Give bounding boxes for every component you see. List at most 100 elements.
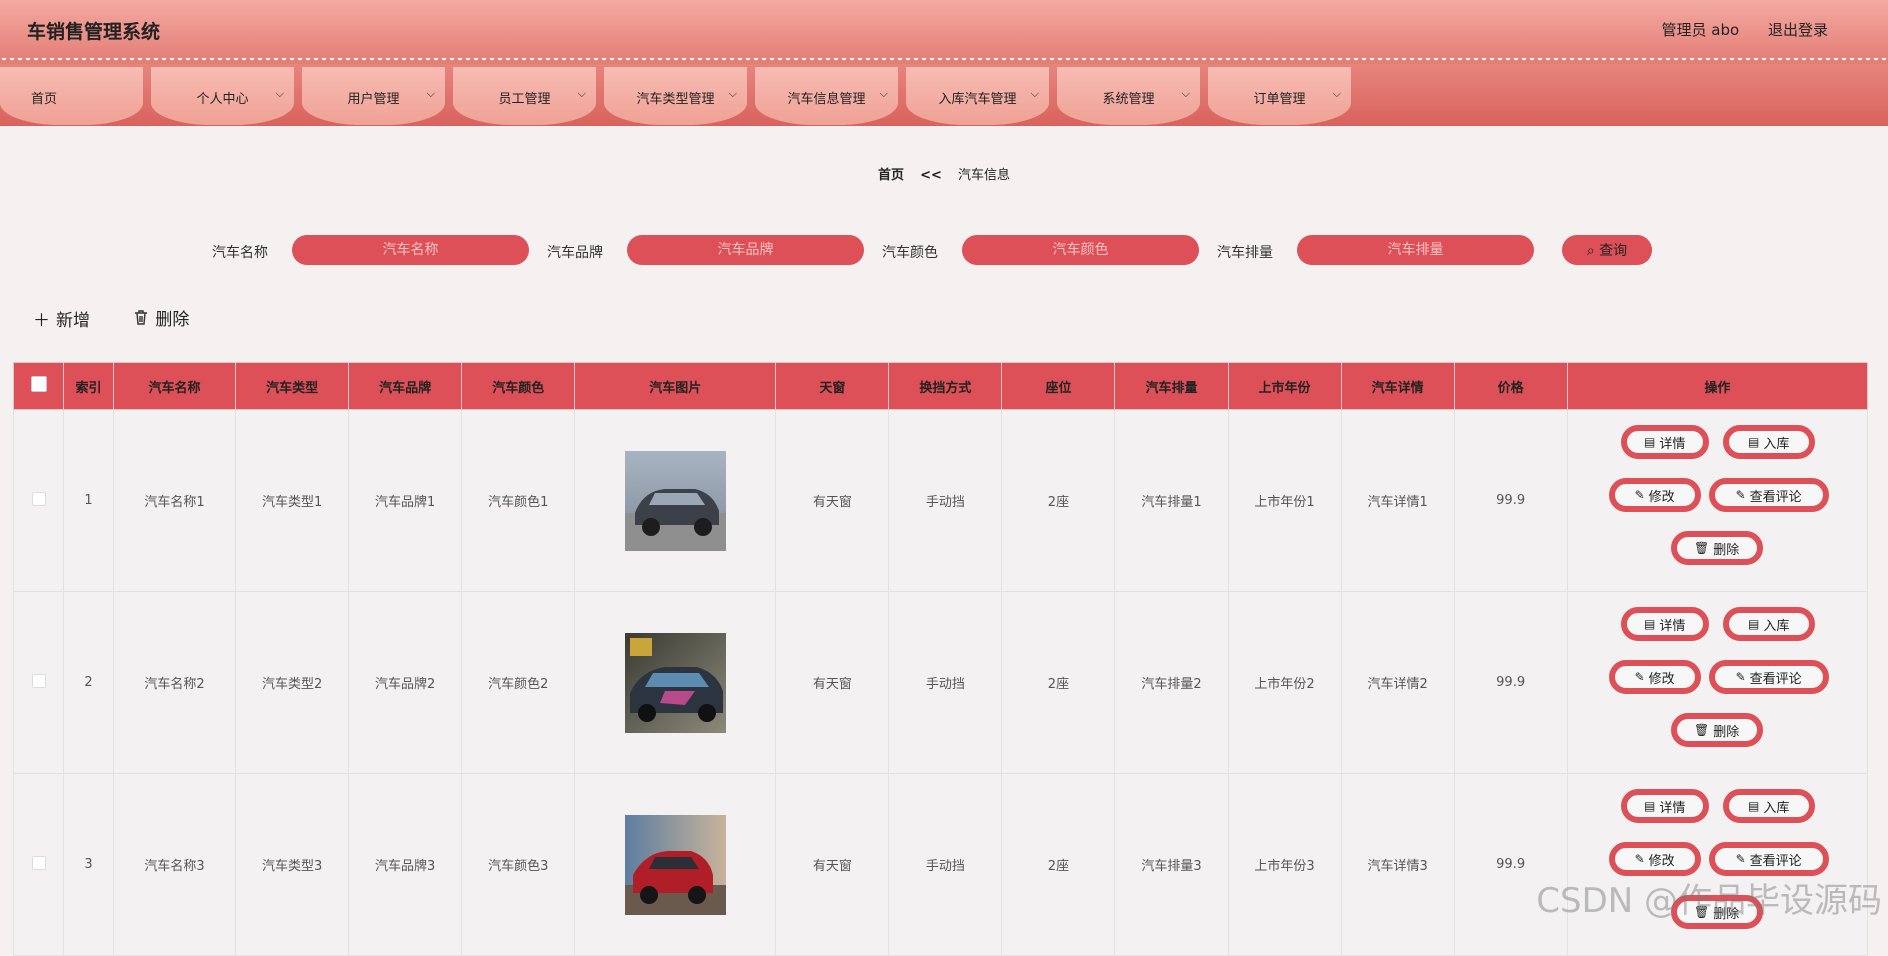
nav-item-label: 系统管理: [1102, 92, 1155, 107]
select-all-checkbox[interactable]: [30, 376, 47, 392]
pencil-icon: ✎: [1735, 852, 1746, 866]
edit-button[interactable]: ✎ 修改: [1608, 842, 1701, 876]
nav-item-staff[interactable]: 员工管理 ⌵: [453, 67, 596, 125]
stock-in-button-label: 入库: [1763, 800, 1790, 816]
view-reviews-button[interactable]: ✎ 查看评论: [1708, 842, 1829, 876]
row-checkbox[interactable]: [31, 673, 46, 688]
car-name-input[interactable]: [292, 235, 529, 265]
displacement-cell: 汽车排量2: [1114, 591, 1229, 774]
chevron-down-icon: ⌵: [577, 87, 586, 100]
column-header: 天窗: [775, 362, 890, 410]
column-header: 汽车类型: [235, 362, 350, 410]
ops-cell: ▤ 详情 ▤ 入库 ✎ 修改 ✎ 查看评论 🗑 删除: [1566, 409, 1869, 592]
sunroof-cell: 有天窗: [775, 409, 890, 592]
stock-in-button[interactable]: ▤ 入库: [1722, 425, 1815, 459]
gear-cell: 手动挡: [888, 409, 1003, 592]
sunroof-cell: 有天窗: [775, 773, 890, 956]
car-color-label: 汽车颜色: [882, 245, 938, 261]
nav-item-profile[interactable]: 个人中心 ⌵: [151, 67, 294, 125]
logout-link[interactable]: 退出登录: [1768, 21, 1828, 39]
watermark: CSDN @作品毕设源码: [1536, 881, 1882, 921]
displacement-cell: 汽车排量1: [1114, 409, 1229, 592]
top-header: 车销售管理系统 管理员 abo 退出登录: [0, 0, 1888, 60]
stock-in-button[interactable]: ▤ 入库: [1722, 607, 1815, 641]
document-icon: ▤: [1643, 799, 1656, 813]
breadcrumb-home[interactable]: 首页: [878, 168, 904, 183]
detail-button[interactable]: ▤ 详情: [1620, 607, 1709, 641]
edit-button-label: 修改: [1648, 671, 1675, 687]
add-button[interactable]: ＋ 新增: [33, 306, 90, 331]
edit-button[interactable]: ✎ 修改: [1608, 478, 1701, 512]
nav-item-label: 入库汽车管理: [938, 92, 1017, 107]
detail-button[interactable]: ▤ 详情: [1620, 789, 1709, 823]
search-button[interactable]: ⌕ 查询: [1562, 235, 1652, 265]
chevron-down-icon: ⌵: [275, 87, 284, 100]
car-image-cell: [574, 591, 777, 774]
edit-button[interactable]: ✎ 修改: [1608, 660, 1701, 694]
chevron-down-icon: ⌵: [426, 87, 435, 100]
view-reviews-button-label: 查看评论: [1749, 671, 1802, 687]
view-reviews-button[interactable]: ✎ 查看评论: [1708, 478, 1829, 512]
chevron-down-icon: ⌵: [728, 87, 737, 100]
car-color-cell: 汽车颜色3: [461, 773, 576, 956]
nav-item-car-types[interactable]: 汽车类型管理 ⌵: [604, 67, 747, 125]
nav-item-orders[interactable]: 订单管理 ⌵: [1208, 67, 1351, 125]
breadcrumb: 首页 << 汽车信息: [0, 164, 1888, 183]
breadcrumb-current: 汽车信息: [958, 168, 1011, 183]
car-name-cell: 汽车名称2: [113, 591, 237, 774]
row-checkbox[interactable]: [31, 491, 46, 506]
gear-cell: 手动挡: [888, 591, 1003, 774]
year-cell: 上市年份1: [1227, 409, 1342, 592]
detail-button[interactable]: ▤ 详情: [1620, 425, 1709, 459]
nav-item-system[interactable]: 系统管理 ⌵: [1057, 67, 1200, 125]
ops-cell: ▤ 详情 ▤ 入库 ✎ 修改 ✎ 查看评论 🗑 删除: [1566, 591, 1869, 774]
nav-item-home[interactable]: 首页: [0, 67, 143, 125]
detail-button-label: 详情: [1659, 800, 1686, 816]
car-image: [624, 814, 726, 915]
trash-icon: 🗑: [1694, 723, 1710, 737]
index-cell: 2: [63, 591, 115, 774]
car-brand-cell: 汽车品牌2: [348, 591, 463, 774]
column-header: 汽车品牌: [348, 362, 463, 410]
nav-item-users[interactable]: 用户管理 ⌵: [302, 67, 445, 125]
view-reviews-button[interactable]: ✎ 查看评论: [1708, 660, 1829, 694]
column-header: 操作: [1566, 362, 1869, 410]
nav-item-label: 个人中心: [196, 92, 249, 107]
nav-item-label: 员工管理: [498, 92, 551, 107]
stock-in-button[interactable]: ▤ 入库: [1722, 789, 1815, 823]
delete-button[interactable]: 🗑 删除: [1670, 531, 1763, 565]
delete-button[interactable]: 🗑 删除: [1670, 713, 1763, 747]
car-brand-input[interactable]: [627, 235, 864, 265]
chevron-down-icon: ⌵: [1332, 87, 1341, 100]
stock-in-button-label: 入库: [1763, 618, 1790, 634]
pencil-icon: ✎: [1634, 852, 1645, 866]
document-icon: ▤: [1747, 799, 1760, 813]
detail-cell: 汽车详情2: [1340, 591, 1455, 774]
car-table: 索引 汽车名称 汽车类型 汽车品牌 汽车颜色 汽车图片 天窗 换挡方式 座位 汽…: [12, 362, 1869, 956]
car-name-label: 汽车名称: [212, 245, 268, 261]
seats-cell: 2座: [1001, 773, 1116, 956]
nav-item-stock-cars[interactable]: 入库汽车管理 ⌵: [906, 67, 1049, 125]
sunroof-cell: 有天窗: [775, 591, 890, 774]
table-header-row: 索引 汽车名称 汽车类型 汽车品牌 汽车颜色 汽车图片 天窗 换挡方式 座位 汽…: [12, 362, 1869, 410]
column-header: 换挡方式: [888, 362, 1003, 410]
price-cell: 99.9: [1453, 773, 1568, 956]
trash-icon: 🗑: [1694, 541, 1710, 555]
pencil-icon: ✎: [1735, 670, 1746, 684]
stock-in-button-label: 入库: [1763, 436, 1790, 452]
car-displacement-input[interactable]: [1297, 235, 1534, 265]
car-color-input[interactable]: [962, 235, 1199, 265]
nav-item-label: 订单管理: [1253, 92, 1306, 107]
index-cell: 1: [63, 409, 115, 592]
nav-item-label: 首页: [31, 92, 58, 107]
year-cell: 上市年份3: [1227, 773, 1342, 956]
year-cell: 上市年份2: [1227, 591, 1342, 774]
delete-button-label: 删除: [1713, 542, 1740, 558]
row-checkbox[interactable]: [31, 855, 46, 870]
search-button-label: 查询: [1599, 243, 1628, 259]
select-all-cell: [12, 362, 65, 410]
bulk-delete-button[interactable]: 删除: [133, 305, 189, 330]
nav-item-car-info[interactable]: 汽车信息管理 ⌵: [755, 67, 898, 125]
column-header: 座位: [1001, 362, 1116, 410]
document-icon: ▤: [1643, 435, 1656, 449]
